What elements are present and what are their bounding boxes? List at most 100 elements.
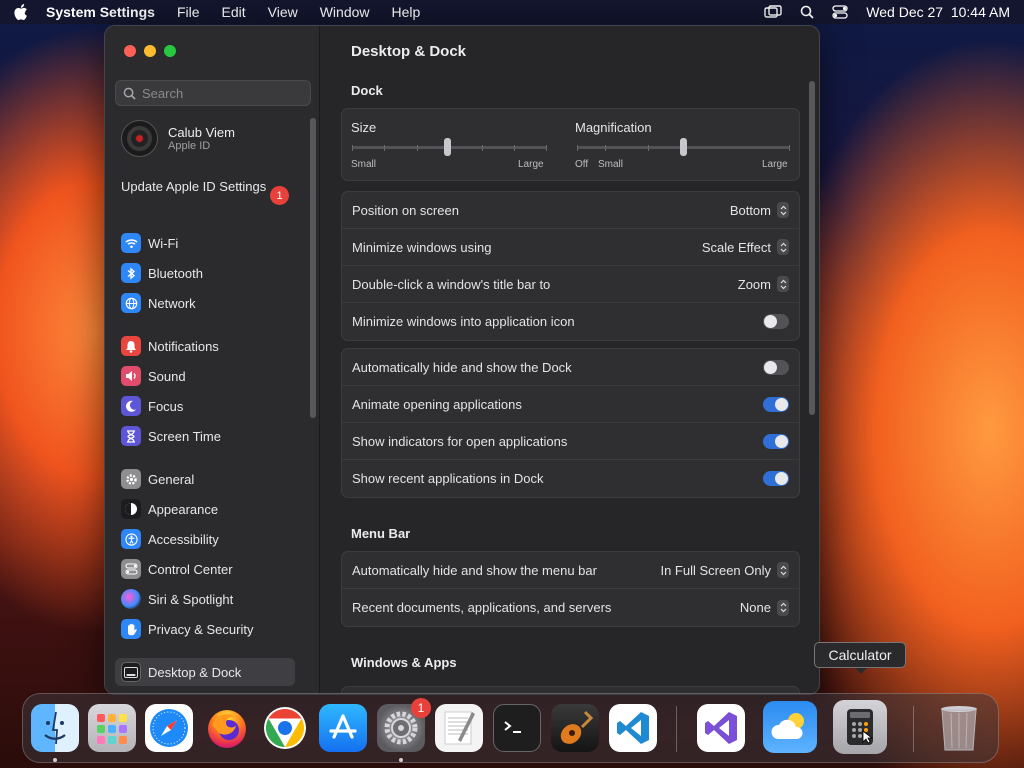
dock-app-firefox[interactable]	[203, 704, 251, 752]
user-name: Calub Viem	[168, 125, 235, 140]
zoom-button[interactable]	[164, 45, 176, 57]
dock-app-trash[interactable]	[935, 704, 983, 752]
minimize-into-icon-toggle[interactable]	[763, 314, 789, 329]
sidebar-item-label: Sound	[148, 368, 186, 384]
dock-separator	[676, 706, 677, 752]
magnification-max-label: Large	[762, 159, 788, 170]
menu-app-name[interactable]: System Settings	[46, 4, 155, 20]
running-indicator	[399, 758, 403, 762]
chevron-updown-icon	[777, 202, 789, 218]
sidebar-item-privacy-security[interactable]: Privacy & Security	[115, 615, 295, 643]
sidebar-item-accessibility[interactable]: Accessibility	[115, 525, 295, 553]
dock-app-weather[interactable]	[763, 701, 817, 753]
screen-mirroring-icon[interactable]	[764, 5, 782, 19]
search-placeholder: Search	[142, 85, 184, 101]
minimize-using-popup[interactable]: Scale Effect	[702, 239, 789, 255]
sidebar-item-label: Screen Time	[148, 428, 221, 444]
position-value: Bottom	[729, 202, 771, 218]
dock-app-textedit[interactable]	[435, 704, 483, 752]
minimize-button[interactable]	[144, 45, 156, 57]
dock-app-safari[interactable]	[145, 704, 193, 752]
dock-app-terminal[interactable]	[493, 704, 541, 752]
chevron-updown-icon	[777, 562, 789, 578]
hourglass-icon	[121, 426, 141, 446]
textedit-icon	[444, 711, 475, 745]
dock-app-calculator[interactable]	[833, 700, 887, 754]
sidebar-item-label: Appearance	[148, 501, 219, 517]
size-slider-knob[interactable]	[444, 138, 452, 156]
bluetooth-icon	[121, 263, 141, 283]
menu-file[interactable]: File	[177, 4, 200, 20]
double-click-value: Zoom	[737, 276, 771, 292]
dock-app-chrome[interactable]	[261, 704, 309, 752]
traffic-lights	[124, 45, 176, 57]
dock-app-vscode[interactable]	[609, 704, 657, 752]
dock-app-system-settings[interactable]: 1	[377, 698, 431, 752]
content-pane: Desktop & Dock Dock Size Small Large Mag…	[321, 26, 819, 694]
wifi-icon	[121, 233, 141, 253]
auto-hide-dock-toggle[interactable]	[763, 359, 789, 375]
sidebar-item-focus[interactable]: Focus	[115, 392, 295, 420]
recent-apps-toggle[interactable]	[763, 471, 789, 486]
control-center-icon[interactable]	[832, 5, 848, 19]
dock-app-garageband[interactable]	[551, 704, 599, 752]
sidebar-item-control-center[interactable]: Control Center	[115, 555, 295, 583]
animate-row: Animate opening applications	[342, 386, 799, 423]
magnification-slider-knob[interactable]	[680, 138, 687, 156]
size-slider[interactable]	[352, 138, 547, 156]
auto-hide-menu-popup[interactable]: In Full Screen Only	[660, 562, 789, 578]
sidebar-item-appearance[interactable]: Appearance	[115, 495, 295, 523]
sidebar-item-wifi[interactable]: Wi-Fi	[115, 229, 295, 257]
animate-label: Animate opening applications	[352, 396, 522, 412]
position-row: Position on screen Bottom	[342, 192, 799, 229]
sidebar-item-general[interactable]: General	[115, 465, 295, 493]
sidebar-item-sound[interactable]: Sound	[115, 362, 295, 390]
sidebar-item-label: Privacy & Security	[148, 621, 254, 637]
apple-menu-icon[interactable]	[14, 4, 28, 20]
search-field[interactable]: Search	[115, 80, 311, 106]
dock-app-launchpad[interactable]	[88, 704, 136, 752]
sidebar-item-label: Siri & Spotlight	[148, 591, 234, 607]
menu-help[interactable]: Help	[392, 4, 421, 20]
close-button[interactable]	[124, 45, 136, 57]
magnification-slider[interactable]	[577, 138, 790, 156]
running-indicator	[53, 758, 57, 762]
sidebar-item-label: Network	[148, 295, 196, 311]
dock-app-visual-studio[interactable]	[697, 704, 745, 752]
content-scrollbar[interactable]	[809, 81, 815, 415]
accessibility-icon	[121, 529, 141, 549]
animate-toggle[interactable]	[763, 396, 789, 412]
recent-docs-popup[interactable]: None	[740, 599, 789, 616]
dock-app-finder[interactable]	[31, 704, 79, 752]
menu-edit[interactable]: Edit	[222, 4, 246, 20]
gear-icon	[121, 469, 141, 489]
chevron-updown-icon	[777, 276, 789, 292]
double-click-popup[interactable]: Zoom	[738, 276, 789, 292]
sidebar-item-desktop-dock[interactable]: Desktop & Dock	[115, 658, 295, 686]
menu-bar: System Settings File Edit View Window He…	[0, 0, 1024, 24]
section-windows-apps: Windows & Apps	[351, 655, 457, 670]
appearance-icon	[121, 499, 141, 519]
sidebar-item-network[interactable]: Network	[115, 289, 295, 317]
sidebar-item-label: Bluetooth	[148, 265, 203, 281]
sidebar-item-screen-time[interactable]: Screen Time	[115, 422, 295, 450]
dock-app-app-store[interactable]	[319, 704, 367, 752]
sidebar-item-siri-spotlight[interactable]: Siri & Spotlight	[115, 585, 295, 613]
magnification-min-label: Small	[598, 159, 624, 170]
moon-icon	[121, 396, 141, 416]
speaker-icon	[121, 366, 141, 386]
position-popup[interactable]: Bottom	[730, 202, 789, 218]
recent-apps-row: Show recent applications in Dock	[342, 460, 799, 497]
menu-window[interactable]: Window	[320, 4, 370, 20]
sidebar-item-notifications[interactable]: Notifications	[115, 332, 295, 360]
menu-clock[interactable]: Wed Dec 27 10:44 AM	[866, 4, 1010, 20]
user-subtitle: Apple ID	[168, 140, 211, 152]
indicators-toggle[interactable]	[763, 433, 789, 449]
apple-id-account[interactable]: Calub Viem Apple ID	[121, 120, 235, 157]
sidebar-item-bluetooth[interactable]: Bluetooth	[115, 259, 295, 287]
terminal-prompt-icon	[504, 721, 521, 733]
menu-view[interactable]: View	[268, 4, 298, 20]
sidebar-scrollbar[interactable]	[310, 118, 316, 418]
sidebar-item-label: Notifications	[148, 338, 219, 354]
spotlight-search-icon[interactable]	[800, 5, 814, 19]
